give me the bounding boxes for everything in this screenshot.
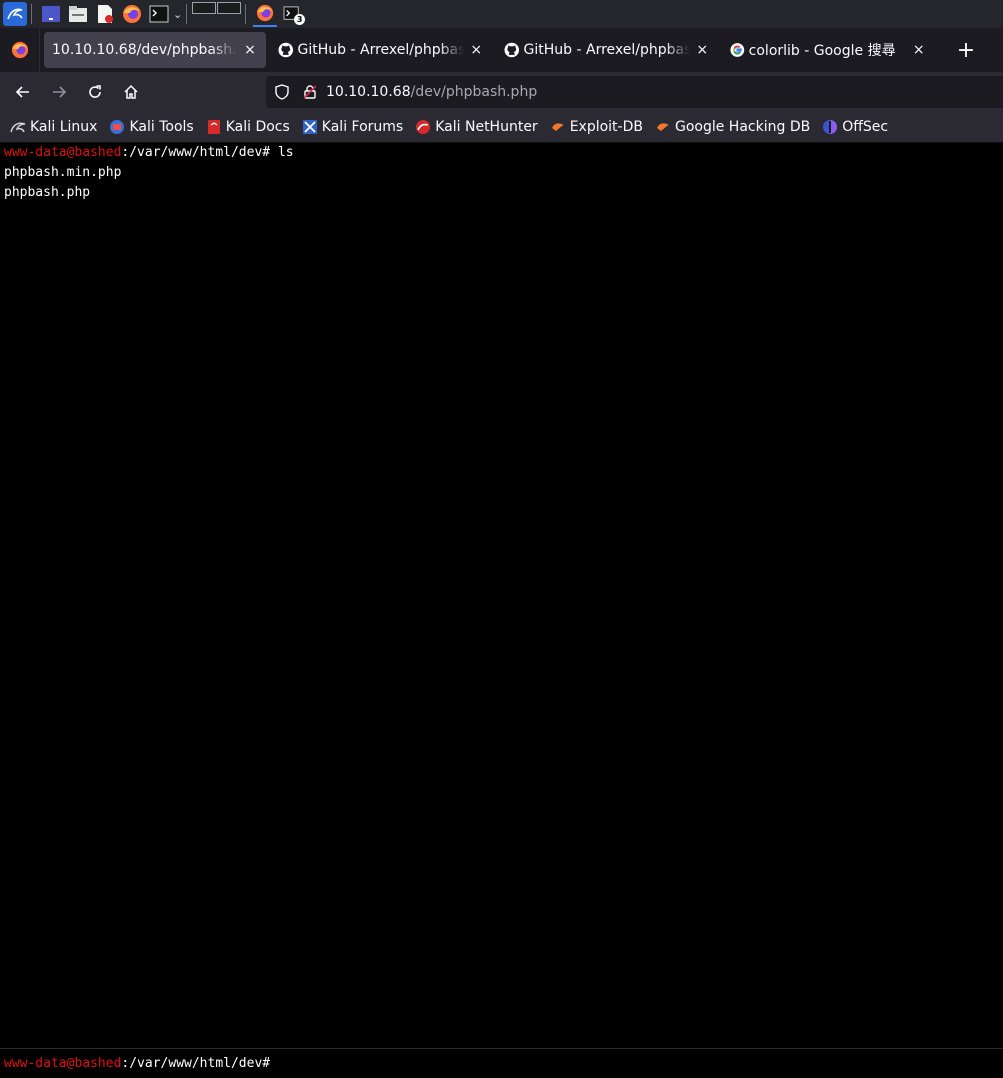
nethunter-icon: [415, 119, 431, 135]
tab-google[interactable]: colorlib - Google 搜尋 ×: [722, 32, 934, 68]
browser-tab-strip: 10.10.10.68/dev/phpbash.php × GitHub - A…: [0, 28, 1003, 72]
command-input-bar: www-data@bashed:/var/www/html/dev#: [0, 1048, 1003, 1078]
reload-button[interactable]: [79, 76, 111, 108]
terminal-window-button[interactable]: 3: [280, 2, 306, 26]
taskbar-separator: [31, 4, 32, 24]
tab-title: colorlib - Google 搜尋: [748, 43, 896, 59]
kali-menu-icon[interactable]: [3, 2, 27, 26]
bookmark-kali-tools[interactable]: Kali Tools: [109, 119, 194, 135]
firefox-icon: [11, 41, 28, 59]
close-icon[interactable]: ×: [694, 42, 710, 58]
chevron-down-icon[interactable]: ⌄: [173, 8, 182, 21]
bookmark-kali-forums[interactable]: Kali Forums: [302, 119, 403, 135]
google-icon: [730, 43, 745, 57]
bookmark-kali-docs[interactable]: Kali Docs: [206, 119, 290, 135]
arrow-left-icon: [15, 86, 29, 98]
close-icon[interactable]: ×: [911, 42, 926, 58]
bookmark-kali-nethunter[interactable]: Kali NetHunter: [415, 119, 538, 135]
prompt-user: www-data@bashed: [4, 1056, 122, 1071]
back-button[interactable]: [7, 76, 39, 108]
prompt-path: :/var/www/html/dev#: [121, 145, 271, 160]
firefox-launcher-icon[interactable]: [120, 2, 144, 26]
bookmark-label: Kali Tools: [129, 119, 194, 135]
tab-title: GitHub - Arrexel/phpbash: [297, 42, 465, 58]
kali-tools-icon: [109, 119, 125, 135]
prompt-path: :/var/www/html/dev#: [121, 1056, 271, 1071]
terminal-launcher-icon[interactable]: [147, 2, 171, 26]
ghdb-icon: [655, 119, 671, 135]
tab-phpbash[interactable]: 10.10.10.68/dev/phpbash.php ×: [44, 32, 266, 68]
tracking-protection-icon[interactable]: [274, 84, 290, 100]
kali-dragon-icon: [10, 119, 26, 135]
offsec-icon: [822, 119, 838, 135]
bookmark-label: Kali Forums: [321, 119, 404, 135]
terminal-output-line: phpbash.php: [4, 185, 91, 200]
bookmark-label: Google Hacking DB: [674, 119, 811, 135]
insecure-lock-icon[interactable]: [302, 84, 318, 100]
kali-forums-icon: [302, 119, 318, 135]
phpbash-terminal: www-data@bashed:/var/www/html/dev# ls ph…: [0, 143, 1003, 1078]
terminal-command-line: www-data@bashed:/var/www/html/dev# ls: [0, 143, 1003, 163]
close-icon[interactable]: ×: [242, 42, 258, 58]
url-text[interactable]: 10.10.10.68/dev/phpbash.php: [326, 84, 537, 100]
home-icon: [124, 84, 138, 99]
exploit-db-icon: [550, 119, 566, 135]
bookmark-label: Kali NetHunter: [435, 119, 538, 135]
tab-github-2[interactable]: GitHub - Arrexel/phpbash ×: [496, 32, 718, 68]
workspace-2[interactable]: [217, 2, 242, 14]
desktop-taskbar: ⌄ 3: [0, 0, 1003, 28]
bookmarks-toolbar: Kali Linux Kali Tools Kali Docs Kali For…: [0, 112, 1003, 143]
tab-github-1[interactable]: GitHub - Arrexel/phpbash ×: [270, 32, 492, 68]
show-desktop-icon[interactable]: [39, 2, 63, 26]
bookmark-offsec[interactable]: OffSec: [822, 119, 888, 135]
url-bar[interactable]: 10.10.10.68/dev/phpbash.php: [266, 76, 1003, 108]
new-tab-button[interactable]: +: [950, 34, 982, 66]
tab-title: 10.10.10.68/dev/phpbash.php: [52, 42, 238, 58]
taskbar-separator: [245, 4, 247, 24]
navigation-toolbar: 10.10.10.68/dev/phpbash.php: [0, 72, 1003, 112]
close-icon[interactable]: ×: [468, 42, 484, 58]
window-count-badge: 3: [294, 14, 306, 25]
github-icon: [504, 42, 520, 58]
bookmark-label: OffSec: [842, 119, 889, 135]
bookmark-label: Kali Docs: [225, 119, 290, 135]
bookmark-exploit-db[interactable]: Exploit-DB: [550, 119, 643, 135]
command-input[interactable]: [274, 1056, 1003, 1071]
kali-docs-icon: [206, 119, 222, 135]
prompt-user: www-data@bashed: [4, 145, 122, 160]
bookmark-label: Kali Linux: [30, 119, 98, 135]
github-icon: [278, 42, 294, 58]
home-button[interactable]: [115, 76, 147, 108]
firefox-window-button[interactable]: [253, 1, 278, 27]
bookmark-google-hacking-db[interactable]: Google Hacking DB: [655, 119, 810, 135]
bookmark-label: Exploit-DB: [569, 119, 643, 135]
bookmark-kali-linux[interactable]: Kali Linux: [10, 119, 97, 135]
file-manager-icon[interactable]: [66, 2, 90, 26]
workspace-1[interactable]: [192, 2, 217, 14]
arrow-right-icon: [53, 86, 67, 98]
taskbar-separator: [186, 4, 188, 24]
forward-button[interactable]: [43, 76, 75, 108]
url-host: 10.10.10.68: [326, 84, 411, 100]
text-editor-icon[interactable]: [93, 2, 117, 26]
tab-title: GitHub - Arrexel/phpbash: [523, 42, 691, 58]
url-path: /dev/phpbash.php: [410, 84, 538, 100]
reload-icon: [89, 85, 101, 98]
terminal-output-line: phpbash.min.php: [4, 165, 122, 180]
command-text: ls: [270, 145, 294, 160]
firefox-view-button[interactable]: [0, 28, 40, 72]
